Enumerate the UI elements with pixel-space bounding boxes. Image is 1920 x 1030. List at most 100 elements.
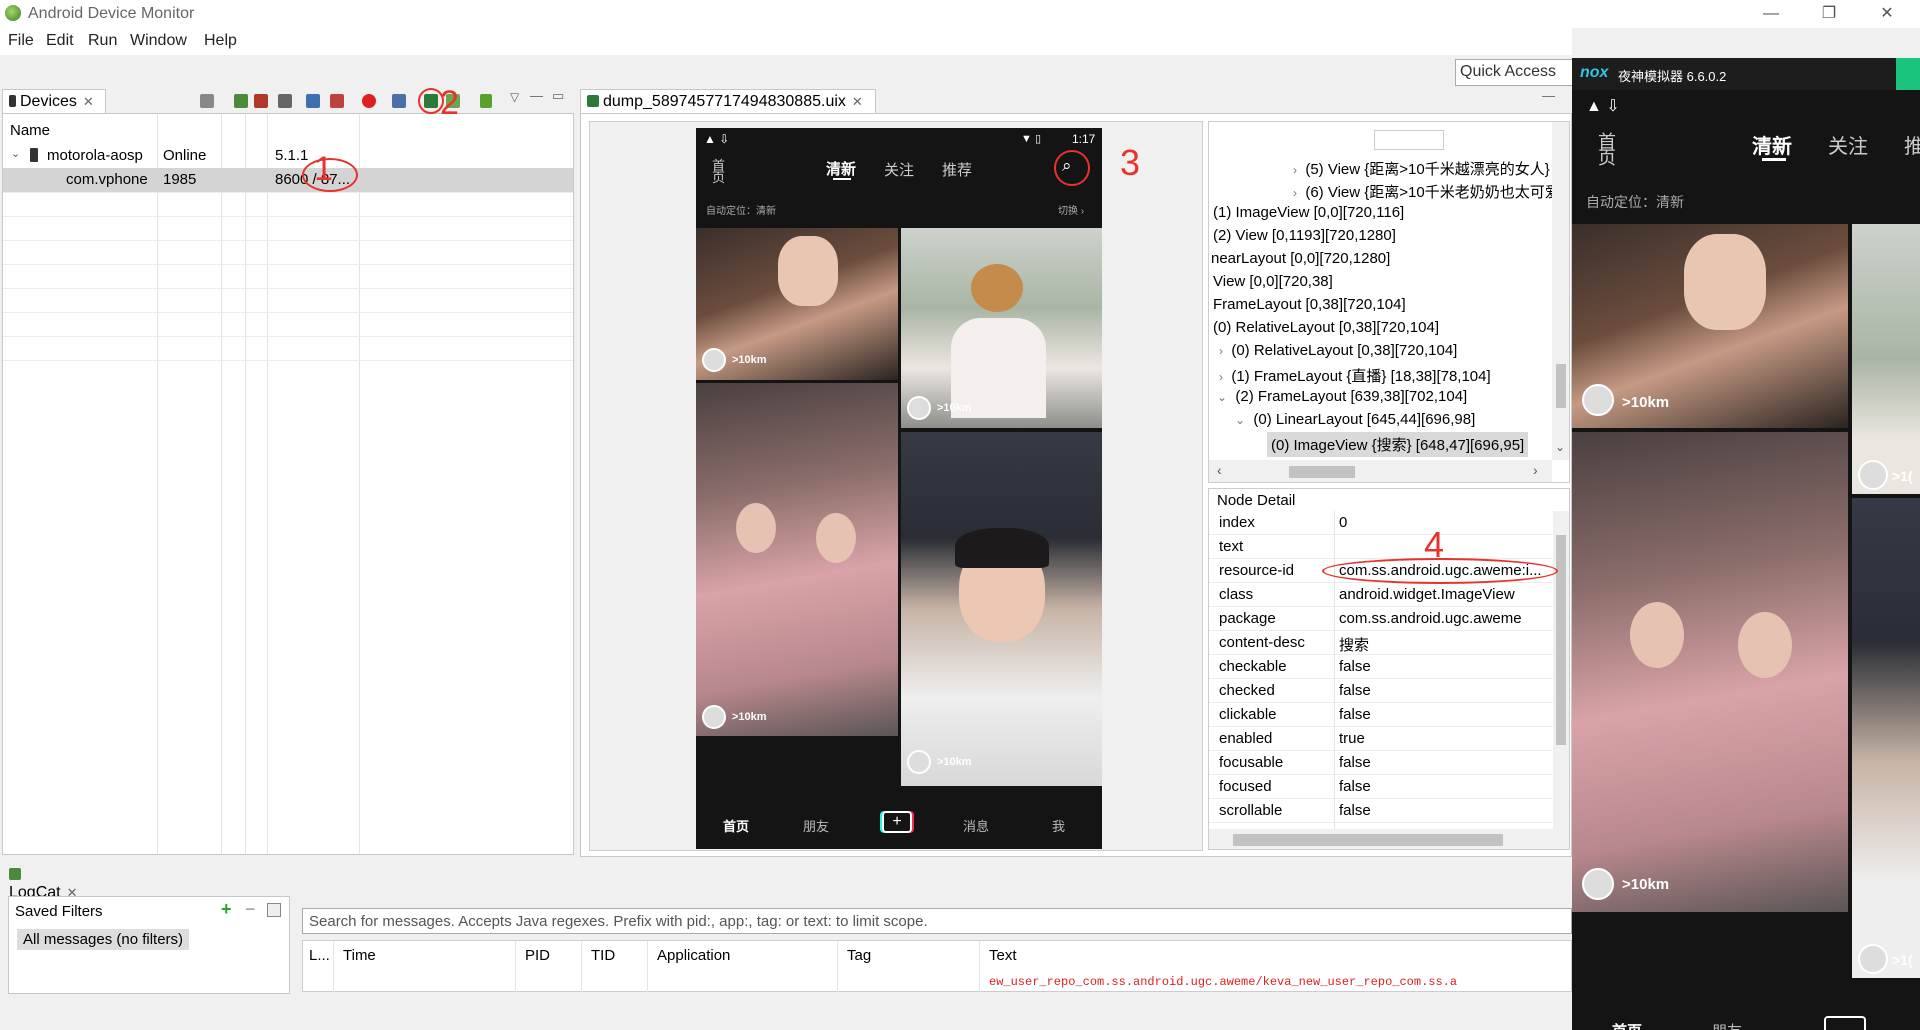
photo-card[interactable]: >10km bbox=[1572, 224, 1848, 428]
logcat-search-input[interactable]: Search for messages. Accepts Java regexe… bbox=[302, 908, 1572, 934]
nox-accent-button[interactable] bbox=[1896, 58, 1920, 90]
detail-row[interactable]: enabled true bbox=[1209, 727, 1553, 751]
tree-node[interactable]: ⌄ (2) FrameLayout [639,38][702,104] bbox=[1217, 388, 1467, 405]
detail-row[interactable]: scrollable false bbox=[1209, 799, 1553, 823]
tree-node[interactable]: › (0) RelativeLayout [0,38][720,104] bbox=[1219, 342, 1457, 359]
device-row[interactable]: ⌄ motorola-aosp Online 5.1.1 bbox=[3, 144, 573, 168]
tree-node[interactable]: › (5) View {距离>10千米越漂亮的女人} bbox=[1293, 158, 1550, 179]
close-icon[interactable]: ✕ bbox=[852, 94, 863, 109]
photo-card[interactable]: >10km bbox=[901, 228, 1102, 428]
col-time[interactable]: Time bbox=[343, 947, 376, 964]
detail-row[interactable]: text bbox=[1209, 535, 1553, 559]
detail-row[interactable]: focused false bbox=[1209, 775, 1553, 799]
dump-hprof-icon[interactable] bbox=[254, 94, 268, 108]
detail-row[interactable]: content-desc 搜索 bbox=[1209, 631, 1553, 655]
maximize-view-icon[interactable]: ▭ bbox=[552, 88, 564, 104]
phone-screenshot[interactable]: ▲ ⇩ ▼ ▯ 1:17 首页 清新 关注 推荐 ⌕ 自动定位：清新 切换 › … bbox=[696, 128, 1102, 849]
scroll-left-icon[interactable]: ‹ bbox=[1217, 462, 1222, 478]
tab-devices[interactable]: Devices ✕ bbox=[2, 89, 106, 113]
close-button[interactable]: ✕ bbox=[1864, 0, 1910, 28]
process-row[interactable]: com.vphone 1985 8600 / 87... bbox=[3, 168, 573, 192]
detail-row[interactable]: class android.widget.ImageView bbox=[1209, 583, 1553, 607]
col-tag[interactable]: Tag bbox=[847, 947, 871, 964]
scroll-right-icon[interactable]: › bbox=[1533, 462, 1538, 478]
phone-tab-guanzhu[interactable]: 关注 bbox=[884, 159, 914, 180]
opengl-trace-icon[interactable] bbox=[480, 94, 492, 108]
home-top-icon[interactable]: 首页 bbox=[712, 159, 732, 184]
tree-node[interactable]: (0) RelativeLayout [0,38][720,104] bbox=[1213, 319, 1439, 336]
minimize-view-icon[interactable]: — bbox=[1542, 88, 1555, 103]
phone-tab-qingxin[interactable]: 清新 bbox=[826, 158, 856, 179]
detail-row[interactable]: package com.ss.android.ugc.aweme bbox=[1209, 607, 1553, 631]
detail-scrollbar-v[interactable] bbox=[1553, 511, 1569, 829]
tree-node[interactable]: ⌄ (0) LinearLayout [645,44][696,98] bbox=[1235, 411, 1475, 428]
nox-emulator-window[interactable]: nox 夜神模拟器 6.6.0.2 ▲ ⇩ 首页 清新 关注 推 自动定位：清新… bbox=[1572, 58, 1920, 1030]
tab-logcat[interactable]: LogCat ✕ bbox=[2, 862, 98, 901]
edit-filter-icon[interactable] bbox=[267, 903, 281, 917]
nox-nav-home[interactable]: 首页 bbox=[1612, 1020, 1642, 1030]
restore-button[interactable]: ❐ bbox=[1806, 0, 1852, 28]
phone-tab-tuijian[interactable]: 推荐 bbox=[942, 159, 972, 180]
tree-scrollbar-v[interactable] bbox=[1552, 122, 1569, 460]
detail-row[interactable]: focusable false bbox=[1209, 751, 1553, 775]
nav-messages[interactable]: 消息 bbox=[963, 816, 989, 835]
nox-tab-tuijian[interactable]: 推 bbox=[1904, 130, 1920, 159]
chevron-down-icon[interactable]: ⌄ bbox=[1555, 440, 1565, 454]
debug-icon[interactable] bbox=[200, 94, 214, 108]
col-tid[interactable]: TID bbox=[591, 947, 615, 964]
photo-card[interactable]: >10km bbox=[1572, 432, 1848, 912]
switch-link[interactable]: 切换 › bbox=[1058, 202, 1084, 217]
gc-icon[interactable] bbox=[278, 94, 292, 108]
filter-item[interactable]: All messages (no filters) bbox=[17, 929, 190, 950]
detail-row[interactable]: clickable false bbox=[1209, 703, 1553, 727]
view-menu-icon[interactable]: ▽ bbox=[510, 90, 519, 104]
screen-capture-icon[interactable] bbox=[392, 94, 406, 108]
menu-edit[interactable]: Edit bbox=[46, 32, 74, 50]
photo-card[interactable]: >10km bbox=[696, 383, 898, 736]
tree-filter-input[interactable] bbox=[1374, 130, 1444, 150]
tree-node[interactable]: (1) ImageView [0,0][720,116] bbox=[1213, 204, 1404, 221]
nox-nav-add-button[interactable] bbox=[1824, 1016, 1866, 1030]
column-name[interactable]: Name bbox=[10, 122, 50, 139]
menu-file[interactable]: File bbox=[8, 32, 34, 50]
col-level[interactable]: L... bbox=[309, 947, 330, 964]
tree-node[interactable]: FrameLayout [0,38][720,104] bbox=[1213, 296, 1406, 313]
nav-friends[interactable]: 朋友 bbox=[803, 816, 829, 835]
nav-add-button[interactable]: + bbox=[882, 811, 912, 833]
nox-tab-guanzhu[interactable]: 关注 bbox=[1828, 130, 1868, 159]
detail-row[interactable]: checkable false bbox=[1209, 655, 1553, 679]
minimize-button[interactable]: — bbox=[1748, 0, 1794, 28]
menu-help[interactable]: Help bbox=[204, 32, 237, 50]
tree-node[interactable]: (2) View [0,1193][720,1280] bbox=[1213, 227, 1396, 244]
nav-me[interactable]: 我 bbox=[1052, 816, 1065, 835]
col-text[interactable]: Text bbox=[989, 947, 1017, 964]
nox-tab-qingxin[interactable]: 清新 bbox=[1752, 130, 1792, 159]
quick-access-input[interactable]: Quick Access bbox=[1455, 59, 1573, 86]
tree-node[interactable]: View [0,0][720,38] bbox=[1213, 273, 1333, 290]
tree-node[interactable]: › (6) View {距离>10千米老奶奶也太可爱} bbox=[1293, 181, 1565, 202]
chevron-down-icon[interactable]: ⌄ bbox=[11, 147, 20, 160]
nox-nav-friends[interactable]: 朋友 bbox=[1712, 1020, 1742, 1030]
add-filter-icon[interactable]: + bbox=[221, 899, 232, 920]
photo-card[interactable]: >10km bbox=[901, 432, 1102, 786]
log-line[interactable]: ew_user_repo_com.ss.android.ugc.aweme/ke… bbox=[989, 975, 1457, 989]
tab-dump[interactable]: dump_5897457717494830885.uix ✕ bbox=[580, 89, 876, 113]
nox-home-icon[interactable]: 首页 bbox=[1598, 133, 1622, 167]
update-heap-icon[interactable] bbox=[234, 94, 248, 108]
col-pid[interactable]: PID bbox=[525, 947, 550, 964]
update-threads-icon[interactable] bbox=[306, 94, 320, 108]
menu-window[interactable]: Window bbox=[130, 32, 187, 50]
stop-process-icon[interactable] bbox=[362, 94, 376, 108]
col-application[interactable]: Application bbox=[657, 947, 730, 964]
detail-scrollbar-h[interactable] bbox=[1209, 829, 1569, 849]
photo-card[interactable]: >10km bbox=[696, 228, 898, 380]
method-profiling-icon[interactable] bbox=[330, 94, 344, 108]
tree-node[interactable]: nearLayout [0,0][720,1280] bbox=[1211, 250, 1390, 267]
detail-row[interactable]: checked false bbox=[1209, 679, 1553, 703]
close-icon[interactable]: ✕ bbox=[83, 94, 94, 109]
tree-scrollbar-h[interactable] bbox=[1209, 460, 1552, 482]
minimize-view-icon[interactable]: — bbox=[530, 88, 543, 103]
tree-node[interactable]: › (1) FrameLayout {直播} [18,38][78,104] bbox=[1219, 365, 1491, 386]
tree-node-selected[interactable]: (0) ImageView {搜索} [648,47][696,95] bbox=[1267, 432, 1529, 457]
photo-card[interactable]: >1( bbox=[1852, 224, 1920, 494]
